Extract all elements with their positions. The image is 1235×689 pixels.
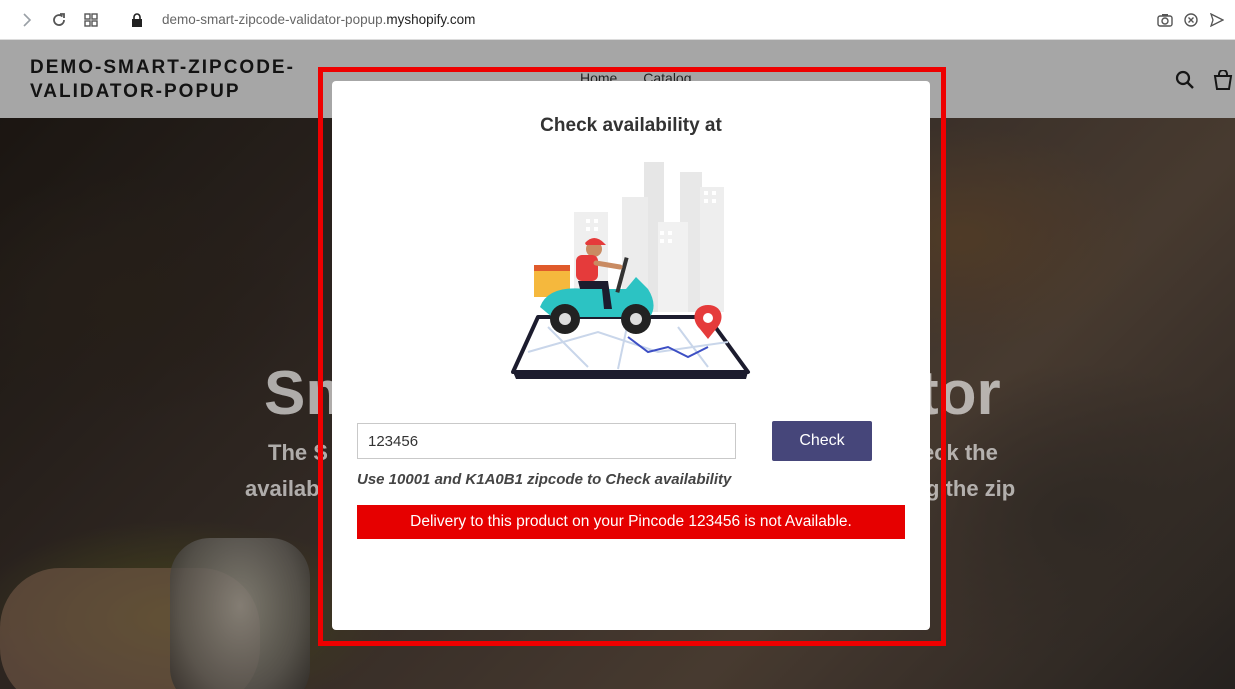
- send-icon[interactable]: [1208, 11, 1226, 29]
- apps-grid-icon[interactable]: [82, 11, 100, 29]
- block-icon[interactable]: [1182, 11, 1200, 29]
- popup-title: Check availability at: [540, 115, 722, 136]
- browser-toolbar: demo-smart-zipcode-validator-popup.mysho…: [0, 0, 1235, 40]
- lock-icon: [128, 11, 146, 29]
- zipcode-input[interactable]: [357, 423, 736, 459]
- forward-icon[interactable]: [18, 11, 36, 29]
- hero-subtitle-left-2: availab: [245, 476, 320, 501]
- address-bar[interactable]: demo-smart-zipcode-validator-popup.mysho…: [162, 12, 475, 27]
- url-domain: myshopify.com: [386, 12, 476, 27]
- check-button[interactable]: Check: [772, 421, 872, 461]
- delivery-scooter-illustration: [511, 162, 750, 379]
- url-path: demo-smart-zipcode-validator-popup.: [162, 12, 387, 27]
- reload-icon[interactable]: [50, 11, 68, 29]
- availability-error-message: Delivery to this product on your Pincode…: [357, 505, 905, 539]
- camera-icon[interactable]: [1156, 11, 1174, 29]
- zipcode-hint: Use 10001 and K1A0B1 zipcode to Check av…: [357, 471, 732, 488]
- zipcode-popup: Check availability at 123456 Check Use 1…: [332, 81, 930, 630]
